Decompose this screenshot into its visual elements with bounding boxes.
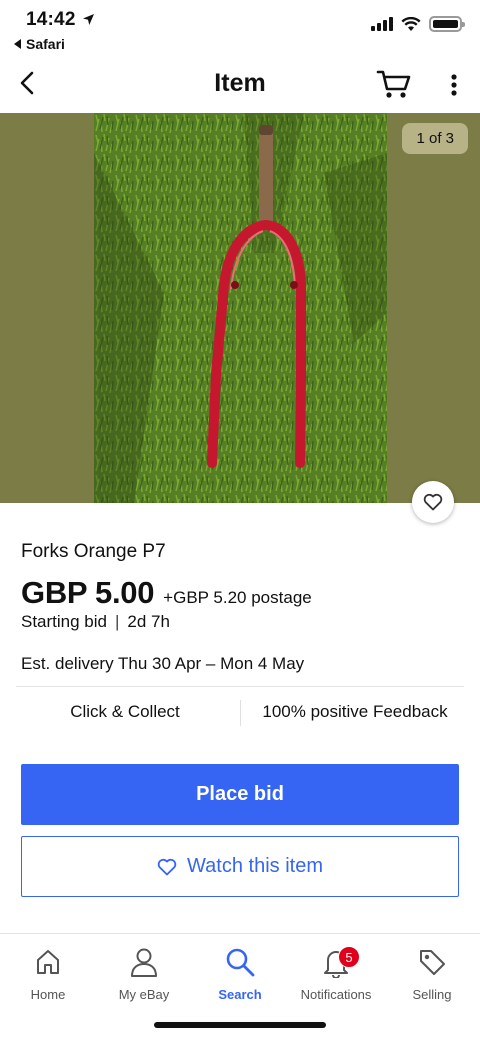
cart-icon[interactable] <box>376 68 412 100</box>
delivery-label: Est. delivery <box>21 654 114 673</box>
tab-search-label: Search <box>218 987 262 1002</box>
divider <box>16 686 464 687</box>
status-bar: 14:42 Safari <box>0 0 480 56</box>
location-arrow-icon <box>83 14 94 25</box>
watch-item-label: Watch this item <box>187 855 323 877</box>
wifi-icon <box>401 16 421 31</box>
click-and-collect: Click & Collect <box>70 702 180 721</box>
tab-home[interactable]: Home <box>0 942 96 1002</box>
cellular-signal-icon <box>371 17 393 31</box>
time-left: 2d 7h <box>127 612 170 631</box>
more-options-icon[interactable] <box>442 70 466 100</box>
tab-search[interactable]: Search <box>192 942 288 1002</box>
seller-feedback[interactable]: 100% positive Feedback <box>240 702 470 722</box>
tab-my-ebay[interactable]: My eBay <box>96 942 192 1002</box>
item-features: Click & Collect 100% positive Feedback <box>0 690 480 734</box>
watch-item-button[interactable]: Watch this item <box>21 836 459 897</box>
item-price: GBP 5.00 <box>21 575 155 610</box>
item-title: Forks Orange P7 <box>21 541 166 562</box>
back-app-label: Safari <box>26 36 65 52</box>
delivery-dates: Thu 30 Apr – Mon 4 May <box>118 654 305 673</box>
tab-my-ebay-label: My eBay <box>118 987 170 1002</box>
image-gallery[interactable]: 1 of 3 <box>0 113 480 503</box>
person-icon <box>131 948 157 977</box>
search-icon <box>226 948 255 977</box>
tab-selling[interactable]: Selling <box>384 942 480 1002</box>
bid-info: Starting bid | 2d 7h <box>21 612 170 632</box>
back-triangle-icon <box>14 39 21 49</box>
status-indicators <box>371 16 465 32</box>
bid-info-separator: | <box>115 612 120 631</box>
status-time: 14:42 <box>26 9 76 30</box>
price-tag-icon <box>420 950 445 975</box>
postage-cost: +GBP 5.20 postage <box>163 588 312 607</box>
home-icon <box>37 950 59 974</box>
item-photo[interactable] <box>94 113 387 503</box>
tab-selling-label: Selling <box>412 987 452 1002</box>
battery-icon <box>429 16 465 32</box>
place-bid-button[interactable]: Place bid <box>21 764 459 825</box>
watch-heart-button[interactable] <box>412 481 454 523</box>
estimated-delivery: Est. delivery Thu 30 Apr – Mon 4 May <box>21 654 304 674</box>
item-header: Item <box>0 56 480 113</box>
heart-icon <box>423 493 443 511</box>
price-row: GBP 5.00 +GBP 5.20 postage <box>21 575 312 611</box>
bid-type: Starting bid <box>21 612 107 631</box>
tab-notifications[interactable]: 5 Notifications <box>288 942 384 1002</box>
image-counter: 1 of 3 <box>402 123 468 154</box>
heart-icon <box>157 858 177 875</box>
back-to-safari[interactable]: Safari <box>14 36 65 52</box>
tab-home-label: Home <box>30 987 66 1002</box>
tab-notifications-label: Notifications <box>300 987 372 1002</box>
home-indicator[interactable] <box>154 1022 326 1028</box>
notification-badge: 5 <box>338 946 360 968</box>
